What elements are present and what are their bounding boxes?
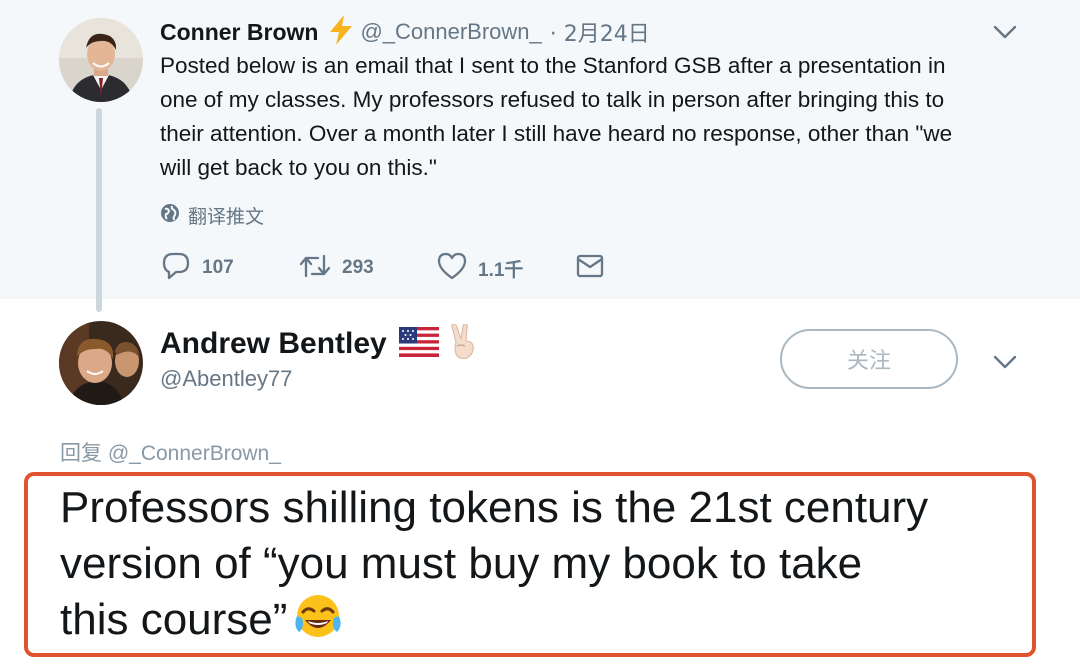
avatar-andrew-bentley[interactable]	[59, 321, 143, 405]
author-handle[interactable]: @_ConnerBrown_	[360, 19, 541, 45]
retweet-button[interactable]: 293	[298, 252, 436, 285]
parent-tweet-text: Posted below is an email that I sent to …	[160, 49, 1040, 185]
author-name[interactable]: Conner Brown	[160, 19, 318, 46]
tweet-text-line: will get back to you on this."	[160, 155, 437, 180]
reply-count: 107	[202, 257, 234, 278]
reply-tweet-text: Professors shilling tokens is the 21st c…	[60, 480, 1030, 656]
tweet-date[interactable]: · 2月24日	[550, 16, 650, 48]
author-handle[interactable]: @Abentley77	[160, 366, 292, 392]
envelope-icon	[574, 252, 606, 285]
us-flag-icon	[398, 326, 439, 362]
reply-button[interactable]: 107	[160, 251, 298, 286]
like-count: 1.1千	[478, 259, 524, 281]
heart-icon	[436, 251, 468, 286]
author-name[interactable]: Andrew Bentley	[160, 327, 387, 361]
tweet-text-line: their attention. Over a month later I st…	[160, 121, 953, 146]
like-button[interactable]: 1.1千	[436, 251, 574, 286]
parent-tweet-header: Conner Brown @_ConnerBrown_ · 2月24日	[160, 14, 650, 50]
reply-icon	[160, 251, 192, 286]
tweet-text-line: version of “you must buy my book to take	[60, 539, 863, 588]
reply-to-prefix: 回复	[60, 441, 102, 465]
retweet-icon	[298, 252, 332, 285]
tweet-text-fragment: this course”	[60, 595, 288, 644]
retweet-count: 293	[342, 257, 374, 278]
translate-tweet-link[interactable]: 翻译推文	[160, 201, 264, 229]
tweet-text-line-last: this course”	[60, 592, 1030, 656]
victory-hand-icon	[447, 322, 479, 365]
avatar-conner-brown[interactable]	[59, 18, 143, 102]
replying-to: 回复 @_ConnerBrown_	[60, 437, 281, 467]
follow-button[interactable]: 关注	[780, 329, 958, 389]
lightning-bolt-icon	[328, 14, 354, 50]
tweet-actions: 107 293 1.1千	[160, 250, 606, 286]
reply-to-handle-link[interactable]: @_ConnerBrown_	[108, 442, 281, 465]
tweet-text-line: Professors shilling tokens is the 21st c…	[60, 483, 929, 532]
globe-icon	[160, 203, 180, 228]
translate-label: 翻译推文	[188, 205, 265, 228]
tweet-text-line: Posted below is an email that I sent to …	[160, 53, 946, 78]
chevron-down-icon[interactable]	[991, 22, 1019, 42]
chevron-down-icon[interactable]	[991, 352, 1019, 372]
tweet-text-line: one of my classes. My professors refused…	[160, 87, 945, 112]
reply-author-header: Andrew Bentley	[160, 322, 479, 365]
thread-connector-line	[96, 108, 102, 312]
direct-message-button[interactable]	[574, 252, 606, 285]
tears-of-joy-icon	[293, 592, 343, 656]
